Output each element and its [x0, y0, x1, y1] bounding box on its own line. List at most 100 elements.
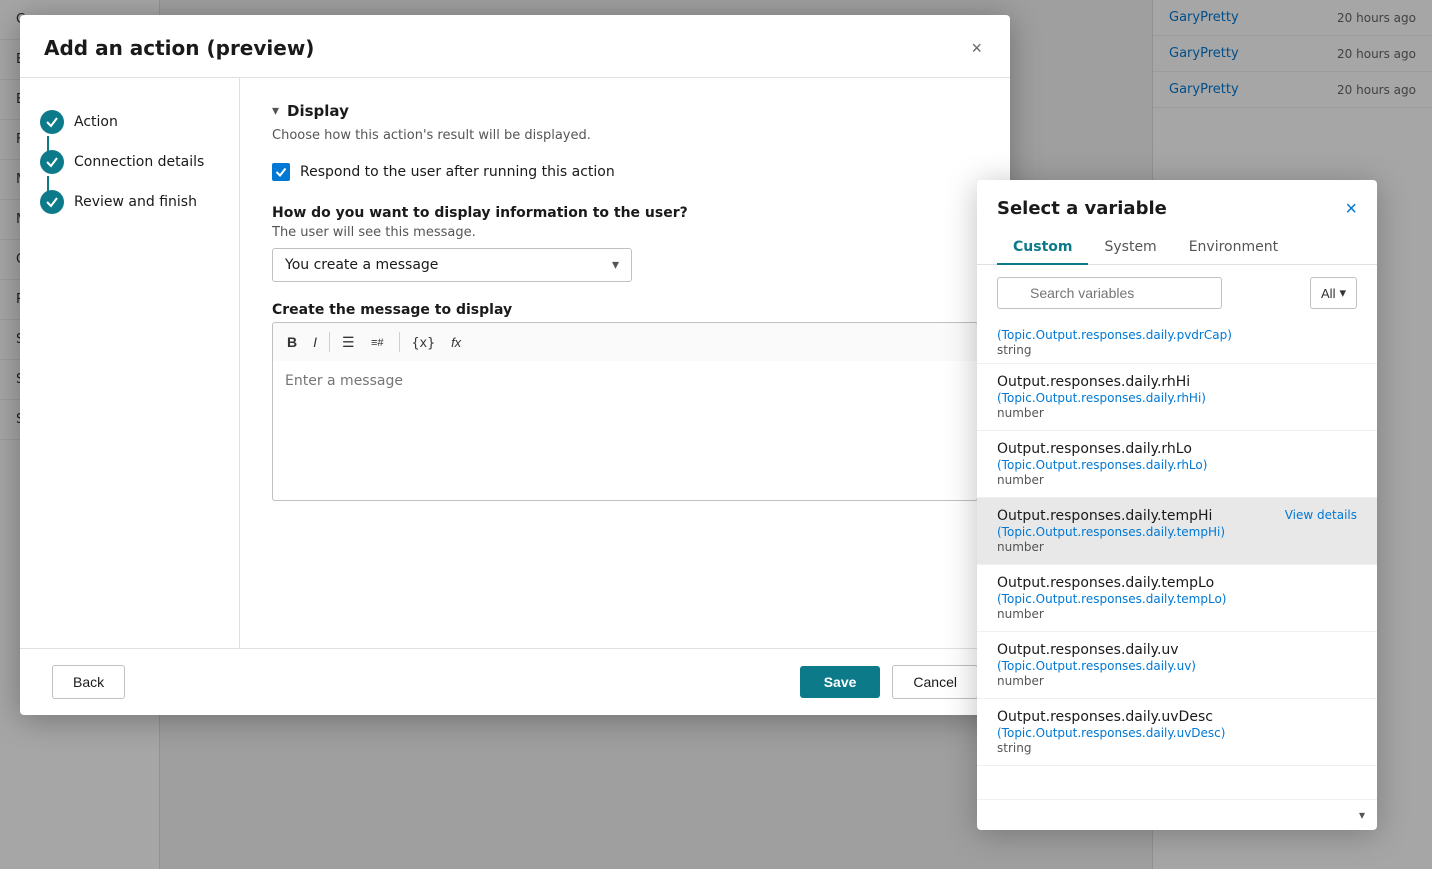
checkmark-icon: [45, 195, 59, 209]
content-scroll-area: ▾ Display Choose how this action's resul…: [240, 78, 1010, 549]
back-button[interactable]: Back: [52, 665, 125, 699]
vp-item-type: number: [997, 473, 1357, 487]
filter-chevron-icon: ▾: [1339, 285, 1346, 301]
vp-item-rhhi[interactable]: Output.responses.daily.rhHi (Topic.Outpu…: [977, 364, 1377, 431]
vp-close-button[interactable]: ×: [1345, 199, 1357, 219]
vp-item-path: (Topic.Output.responses.daily.tempHi): [997, 525, 1225, 539]
variable-panel: Select a variable × Custom System Enviro…: [977, 180, 1377, 830]
vp-item-uv[interactable]: Output.responses.daily.uv (Topic.Output.…: [977, 632, 1377, 699]
vp-item-name: Output.responses.daily.tempHi: [997, 508, 1225, 524]
vp-item-path: (Topic.Output.responses.daily.rhHi): [997, 391, 1357, 405]
scroll-down-icon: ▾: [1359, 808, 1365, 822]
bullet-list-button[interactable]: ☰: [336, 331, 361, 353]
vp-item-type: number: [997, 674, 1357, 688]
vp-item-templo[interactable]: Output.responses.daily.tempLo (Topic.Out…: [977, 565, 1377, 632]
numbered-list-svg: ≡#: [371, 333, 387, 349]
nav-label-connection: Connection details: [74, 154, 204, 170]
cancel-button[interactable]: Cancel: [892, 665, 978, 699]
how-display-label: How do you want to display information t…: [272, 205, 978, 221]
vp-item-path: (Topic.Output.responses.daily.uv): [997, 659, 1357, 673]
nav-label-action: Action: [74, 114, 118, 130]
italic-button[interactable]: I: [307, 331, 323, 353]
dropdown-value: You create a message: [285, 257, 438, 273]
nav-label-review: Review and finish: [74, 194, 197, 210]
modal-nav: Action Connection details Review and fin…: [20, 78, 240, 648]
vp-first-item-type: string: [997, 343, 1357, 357]
checkmark-icon: [45, 155, 59, 169]
modal-content: ▾ Display Choose how this action's resul…: [240, 78, 1010, 648]
vp-item-rhlo[interactable]: Output.responses.daily.rhLo (Topic.Outpu…: [977, 431, 1377, 498]
vp-first-item[interactable]: (Topic.Output.responses.daily.pvdrCap) s…: [977, 321, 1377, 364]
vp-item-type: number: [997, 540, 1225, 554]
section-description: Choose how this action's result will be …: [272, 128, 978, 143]
respond-checkbox[interactable]: [272, 163, 290, 181]
vp-item-type: string: [997, 741, 1357, 755]
view-details-link[interactable]: View details: [1285, 508, 1357, 522]
formula-button[interactable]: fx: [445, 331, 467, 353]
vp-item-name: Output.responses.daily.tempLo: [997, 575, 1357, 591]
chevron-down-icon: ▾: [612, 257, 619, 273]
vp-item-name: Output.responses.daily.uvDesc: [997, 709, 1357, 725]
modal-footer: Back Save Cancel: [20, 648, 1010, 715]
vp-item-name-group: Output.responses.daily.tempHi (Topic.Out…: [997, 508, 1225, 554]
respond-checkbox-row[interactable]: Respond to the user after running this a…: [272, 163, 978, 181]
section-title: Display: [287, 102, 349, 120]
tab-environment[interactable]: Environment: [1173, 231, 1294, 265]
toolbar-divider: [329, 332, 330, 352]
modal-title: Add an action (preview): [44, 36, 314, 60]
tab-custom[interactable]: Custom: [997, 231, 1088, 265]
nav-check-connection: [40, 150, 64, 174]
vp-item-path: (Topic.Output.responses.daily.uvDesc): [997, 726, 1357, 740]
toolbar-divider: [399, 332, 400, 352]
vp-item-type: number: [997, 406, 1357, 420]
save-button[interactable]: Save: [800, 666, 881, 698]
nav-item-action[interactable]: Action: [36, 102, 223, 142]
vp-tabs: Custom System Environment: [977, 231, 1377, 265]
svg-text:≡#: ≡#: [371, 337, 384, 349]
vp-item-path: (Topic.Output.responses.daily.tempLo): [997, 592, 1357, 606]
section-chevron-icon: ▾: [272, 103, 279, 119]
search-wrapper: 🔍: [997, 277, 1302, 309]
add-action-modal: Add an action (preview) × Action: [20, 15, 1010, 715]
display-form-group: How do you want to display information t…: [272, 205, 978, 282]
vp-item-name: Output.responses.daily.rhLo: [997, 441, 1357, 457]
vp-item-name: Output.responses.daily.uv: [997, 642, 1357, 658]
checkbox-check-icon: [275, 166, 287, 178]
vp-scroll-indicator: ▾: [977, 799, 1377, 830]
bold-button[interactable]: B: [281, 331, 303, 353]
respond-checkbox-label: Respond to the user after running this a…: [300, 164, 615, 180]
search-input[interactable]: [997, 277, 1222, 309]
numbered-list-button[interactable]: ≡#: [365, 329, 393, 355]
nav-item-review[interactable]: Review and finish: [36, 182, 223, 222]
checkmark-icon: [45, 115, 59, 129]
message-toolbar: B I ☰ ≡#: [272, 322, 978, 361]
create-message-group: Create the message to display B I ☰ ≡#: [272, 302, 978, 505]
message-textarea[interactable]: [272, 361, 978, 501]
vp-header: Select a variable ×: [977, 180, 1377, 231]
modal-header: Add an action (preview) ×: [20, 15, 1010, 78]
variable-button[interactable]: {x}: [406, 331, 441, 354]
vp-first-item-path: (Topic.Output.responses.daily.pvdrCap): [997, 328, 1357, 342]
tab-system[interactable]: System: [1088, 231, 1172, 265]
create-message-label: Create the message to display: [272, 302, 978, 318]
filter-label: All: [1321, 286, 1335, 301]
bullet-list-icon: ☰: [342, 334, 355, 350]
modal-close-button[interactable]: ×: [967, 35, 986, 61]
vp-search-area: 🔍 All ▾: [977, 265, 1377, 321]
nav-check-review: [40, 190, 64, 214]
vp-item-type: number: [997, 607, 1357, 621]
numbered-list-icon: ≡#: [371, 336, 387, 352]
nav-item-connection[interactable]: Connection details: [36, 142, 223, 182]
modal-body: Action Connection details Review and fin…: [20, 78, 1010, 648]
vp-item-header: Output.responses.daily.tempHi (Topic.Out…: [997, 508, 1357, 554]
section-header: ▾ Display: [272, 102, 978, 120]
vp-item-uvdesc[interactable]: Output.responses.daily.uvDesc (Topic.Out…: [977, 699, 1377, 766]
vp-variable-list: (Topic.Output.responses.daily.pvdrCap) s…: [977, 321, 1377, 799]
filter-button[interactable]: All ▾: [1310, 277, 1357, 309]
vp-title: Select a variable: [997, 198, 1167, 219]
nav-check-action: [40, 110, 64, 134]
vp-item-name: Output.responses.daily.rhHi: [997, 374, 1357, 390]
vp-item-temphi[interactable]: Output.responses.daily.tempHi (Topic.Out…: [977, 498, 1377, 565]
vp-item-path: (Topic.Output.responses.daily.rhLo): [997, 458, 1357, 472]
display-type-dropdown[interactable]: You create a message ▾: [272, 248, 632, 282]
